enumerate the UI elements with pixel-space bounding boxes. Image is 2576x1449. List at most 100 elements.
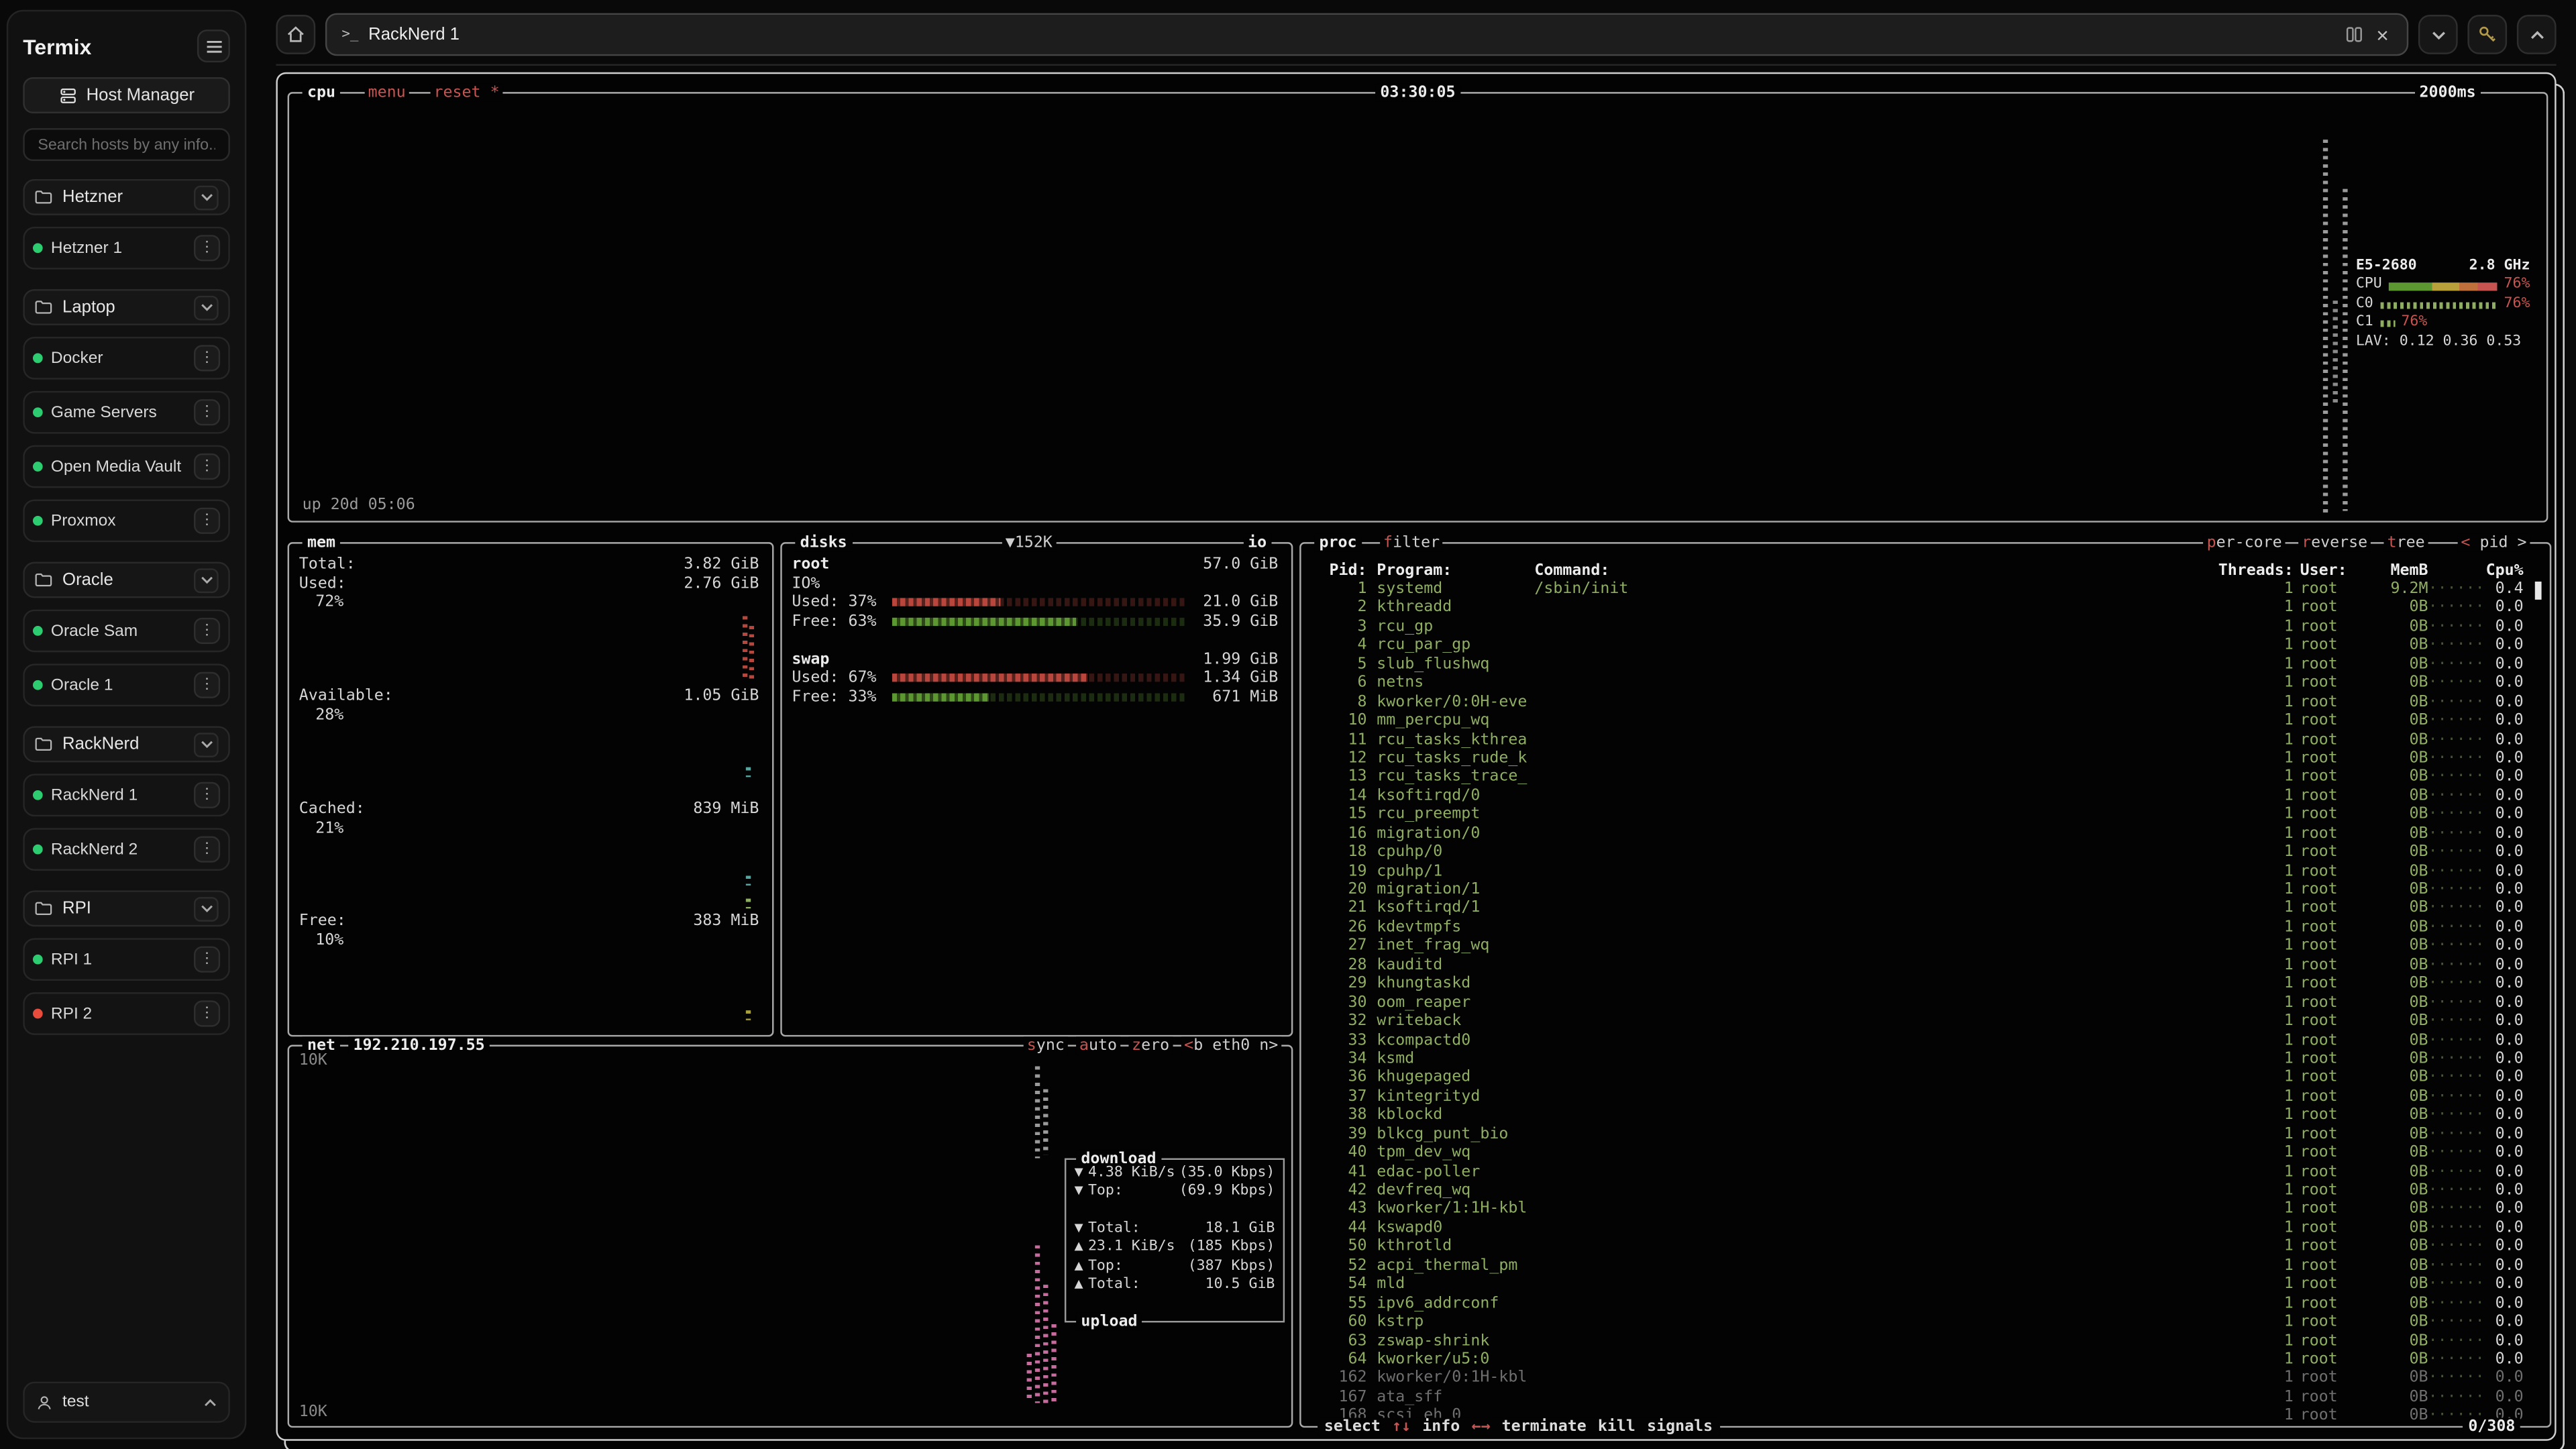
process-row[interactable]: 8 kworker/0:0H-eve 1 root 0B 0.0 [1301,693,2550,712]
folder-collapse-button[interactable] [194,185,219,210]
footer-hint[interactable]: signals [1647,1417,1713,1436]
tab-close-button[interactable] [2373,24,2392,46]
process-row[interactable]: 13 rcu_tasks_trace_ 1 root 0B 0.0 [1301,768,2550,787]
col-program[interactable]: Program: [1377,562,1527,581]
ssh-keys-button[interactable] [2467,15,2507,54]
process-row[interactable]: 54 mld 1 root 0B 0.0 [1301,1275,2550,1294]
terminal-view[interactable]: cpu menu reset * 03:30:05 2000ms E5-2680… [276,72,2556,1441]
sort-selector[interactable]: < pid > [2458,534,2530,552]
process-row[interactable]: 50 kthrotld 1 root 0B 0.0 [1301,1238,2550,1256]
process-row[interactable]: 29 khungtaskd 1 root 0B 0.0 [1301,975,2550,994]
host-item[interactable]: Hetzner 1 [23,227,230,270]
tab-racknerd-1[interactable]: RackNerd 1 [325,13,2408,56]
reset-button[interactable]: reset * [431,84,503,102]
process-row[interactable]: 55 ipv6_addrconf 1 root 0B 0.0 [1301,1294,2550,1313]
host-item[interactable]: RPI 1 [23,938,230,981]
host-menu-button[interactable] [194,453,220,480]
process-row[interactable]: 64 kworker/u5:0 1 root 0B 0.0 [1301,1350,2550,1369]
process-row[interactable]: 52 acpi_thermal_pm 1 root 0B 0.0 [1301,1256,2550,1275]
process-row[interactable]: 11 rcu_tasks_kthrea 1 root 0B 0.0 [1301,731,2550,749]
process-row[interactable]: 32 writeback 1 root 0B 0.0 [1301,1012,2550,1031]
host-manager-button[interactable]: Host Manager [23,77,230,113]
host-item[interactable]: RPI 2 [23,992,230,1035]
process-row[interactable]: 44 kswapd0 1 root 0B 0.0 [1301,1219,2550,1238]
process-row[interactable]: 3 rcu_gp 1 root 0B 0.0 [1301,618,2550,637]
footer-hint[interactable]: kill [1598,1417,1635,1436]
process-row[interactable]: 41 edac-poller 1 root 0B 0.0 [1301,1163,2550,1181]
disks-panel[interactable]: disks ▼152K io root57.0 GiB IO% Used: 37… [780,542,1293,1036]
host-item[interactable]: Proxmox [23,499,230,542]
footer-hint[interactable]: ↑↓ [1392,1417,1411,1436]
host-search-input[interactable] [23,128,230,161]
home-button[interactable] [276,15,315,54]
process-mode-button[interactable]: per-core [2204,534,2286,552]
process-row[interactable]: 30 oom_reaper 1 root 0B 0.0 [1301,994,2550,1012]
process-row[interactable]: 162 kworker/0:1H-kbl 1 root 0B 0.0 [1301,1369,2550,1388]
user-menu[interactable]: test [23,1382,230,1423]
host-menu-button[interactable] [194,345,220,371]
proc-scrollbar-thumb[interactable] [2535,582,2542,600]
host-item[interactable]: Open Media Vault [23,445,230,488]
host-item[interactable]: Docker [23,337,230,380]
host-menu-button[interactable] [194,1000,220,1026]
process-row[interactable]: 2 kthreadd 1 root 0B 0.0 [1301,599,2550,618]
process-row[interactable]: 14 ksoftirqd/0 1 root 0B 0.0 [1301,787,2550,806]
process-mode-button[interactable]: reverse [2298,534,2371,552]
hamburger-menu-button[interactable] [197,30,230,62]
folder-collapse-button[interactable] [194,295,219,320]
host-menu-button[interactable] [194,618,220,644]
folder-header[interactable]: Hetzner [23,179,230,215]
host-menu-button[interactable] [194,672,220,698]
footer-hint[interactable]: terminate [1502,1417,1587,1436]
process-row[interactable]: 37 kintegrityd 1 root 0B 0.0 [1301,1087,2550,1106]
host-item[interactable]: RackNerd 2 [23,828,230,871]
network-toggle[interactable]: <b eth0 n> [1181,1036,1281,1055]
process-row[interactable]: 33 kcompactd0 1 root 0B 0.0 [1301,1031,2550,1050]
process-row[interactable]: 43 kworker/1:1H-kbl 1 root 0B 0.0 [1301,1200,2550,1219]
process-row[interactable]: 39 blkcg_punt_bio 1 root 0B 0.0 [1301,1125,2550,1144]
footer-hint[interactable]: ←→ [1471,1417,1490,1436]
folder-header[interactable]: Laptop [23,289,230,325]
host-menu-button[interactable] [194,508,220,534]
process-panel[interactable]: proc filter per-corereversetree < pid > … [1299,542,2551,1428]
process-row[interactable]: 15 rcu_preempt 1 root 0B 0.0 [1301,806,2550,824]
col-mem[interactable]: MemB [2349,562,2428,581]
host-item[interactable]: RackNerd 1 [23,773,230,816]
process-row[interactable]: 16 migration/0 1 root 0B 0.0 [1301,824,2550,843]
process-mode-button[interactable]: tree [2384,534,2428,552]
footer-hint[interactable]: select [1324,1417,1381,1436]
process-row[interactable]: 20 migration/1 1 root 0B 0.0 [1301,881,2550,900]
host-item[interactable]: Oracle Sam [23,610,230,653]
split-view-icon[interactable] [2347,26,2363,42]
process-row[interactable]: 10 mm_percpu_wq 1 root 0B 0.0 [1301,712,2550,731]
host-menu-button[interactable] [194,399,220,425]
col-user[interactable]: User: [2300,562,2349,581]
process-row[interactable]: 26 kdevtmpfs 1 root 0B 0.0 [1301,918,2550,937]
process-row[interactable]: 5 slub_flushwq 1 root 0B 0.0 [1301,655,2550,674]
col-cpu[interactable]: Cpu% [2484,562,2524,581]
folder-collapse-button[interactable] [194,896,219,921]
memory-panel[interactable]: mem Total:3.82 GiB Used:2.76 GiB 72% Ava… [288,542,774,1036]
panel-up-button[interactable] [2517,15,2557,54]
folder-collapse-button[interactable] [194,732,219,757]
host-menu-button[interactable] [194,947,220,973]
filter-button[interactable]: filter [1380,534,1443,552]
process-row[interactable]: 34 ksmd 1 root 0B 0.0 [1301,1050,2550,1069]
refresh-interval[interactable]: 2000ms [2414,84,2481,102]
col-threads[interactable]: Threads: [2218,562,2294,581]
process-row[interactable]: 21 ksoftirqd/1 1 root 0B 0.0 [1301,900,2550,918]
process-row[interactable]: 28 kauditd 1 root 0B 0.0 [1301,956,2550,975]
col-pid[interactable]: Pid: [1311,562,1366,581]
network-toggle[interactable]: auto [1076,1036,1120,1055]
process-row[interactable]: 18 cpuhp/0 1 root 0B 0.0 [1301,843,2550,862]
folder-collapse-button[interactable] [194,568,219,592]
process-row[interactable]: 38 kblockd 1 root 0B 0.0 [1301,1106,2550,1125]
col-command[interactable]: Command: [1534,562,2218,581]
process-row[interactable]: 42 devfreq_wq 1 root 0B 0.0 [1301,1181,2550,1200]
process-row[interactable]: 6 netns 1 root 0B 0.0 [1301,674,2550,693]
process-row[interactable]: 40 tpm_dev_wq 1 root 0B 0.0 [1301,1144,2550,1163]
host-item[interactable]: Game Servers [23,391,230,434]
network-toggle[interactable]: sync [1024,1036,1068,1055]
folder-header[interactable]: Oracle [23,562,230,598]
footer-hint[interactable]: info [1422,1417,1460,1436]
